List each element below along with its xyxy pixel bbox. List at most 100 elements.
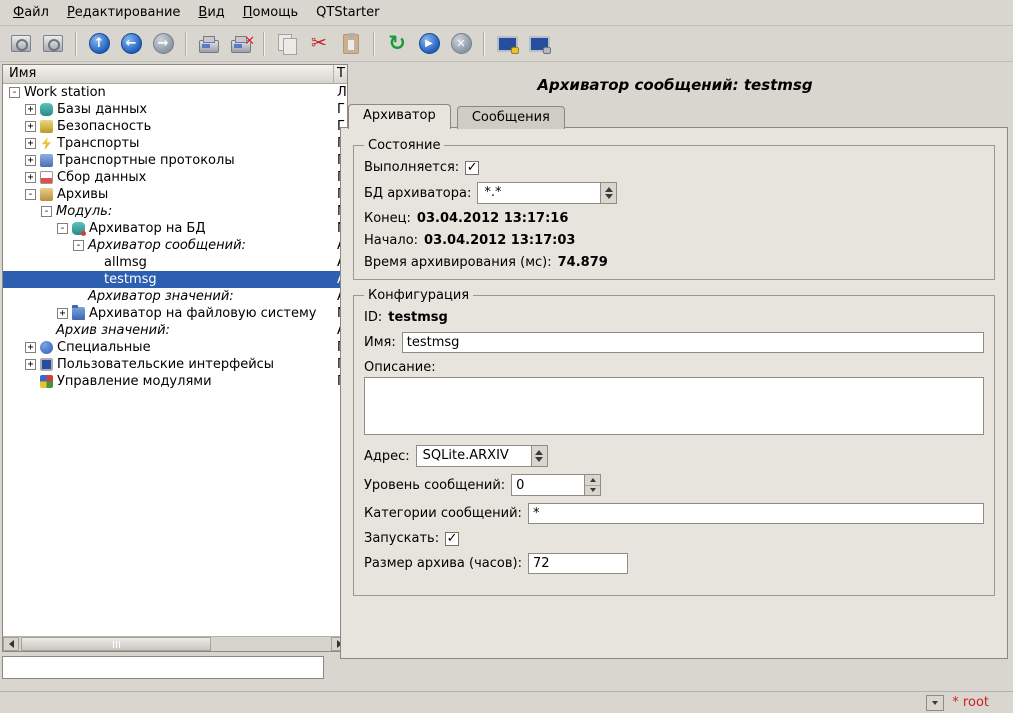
tree-item-module[interactable]: -Модуль:М [3,203,347,220]
tree-item-archives[interactable]: -АрхивыГ [3,186,347,203]
tab-content: Состояние Выполняется: ✓ БД архиватора: … [340,127,1008,659]
load-from-db-button[interactable] [6,29,36,59]
tree-item-fs-archiver[interactable]: +Архиватор на файловую системуМ [3,305,347,322]
begin-value: 03.04.2012 13:17:03 [424,233,575,248]
delete-item-button[interactable]: ✕ [226,29,256,59]
add-item-button[interactable] [194,29,224,59]
tree-item-daq[interactable]: +Сбор данныхГ [3,169,347,186]
tree-item-special[interactable]: +СпециальныеГ [3,339,347,356]
current-user: * root [952,695,989,710]
refresh-icon: ↻ [388,33,406,54]
expander-icon[interactable]: - [41,206,52,217]
tree-edit-line[interactable] [2,656,324,679]
cut-button[interactable]: ✂ [304,29,334,59]
toolbar-separator [185,32,187,56]
back-button[interactable]: ← [116,29,146,59]
tree-item-security[interactable]: +БезопасностьГ [3,118,347,135]
up-button[interactable]: ↑ [84,29,114,59]
refresh-button[interactable]: ↻ [382,29,412,59]
begin-label: Начало: [364,233,418,248]
menu-help[interactable]: Помощь [234,2,307,23]
tree-item-databases[interactable]: +Базы данныхГ [3,101,347,118]
qt-terminal-button[interactable] [524,29,554,59]
ui-icon [40,358,53,371]
scrollbar-track[interactable] [211,637,331,651]
running-checkbox[interactable]: ✓ [465,161,479,175]
expander-icon[interactable]: + [25,359,36,370]
toolbar-separator [483,32,485,56]
expander-icon[interactable]: + [25,155,36,166]
message-categories-label: Категории сообщений: [364,506,522,521]
main-panel: Архиватор сообщений: testmsg Архиватор С… [340,64,1010,692]
menu-qtstarter[interactable]: QTStarter [307,2,388,23]
paste-button[interactable] [336,29,366,59]
tree-item-protocols[interactable]: +Транспортные протоколыГ [3,152,347,169]
expander-icon[interactable]: + [25,342,36,353]
expander-icon[interactable]: - [73,240,84,251]
user-combo[interactable] [926,695,944,711]
address-combo[interactable]: SQLite.ARXIV [416,445,548,467]
expander-icon[interactable]: - [25,189,36,200]
start-checkbox[interactable]: ✓ [445,532,459,546]
scroll-left-icon [9,640,14,648]
combo-arrows-icon [531,446,547,466]
message-level-spinbox[interactable] [511,474,601,496]
protocol-icon [40,154,53,167]
message-categories-input[interactable] [528,503,984,524]
tree-column-divider[interactable] [333,65,334,83]
tree-item-transports[interactable]: +ТранспортыГ [3,135,347,152]
archiver-db-label: БД архиватора: [364,186,471,201]
transport-icon [40,137,53,150]
tab-messages[interactable]: Сообщения [457,106,565,129]
scroll-left-button[interactable] [3,637,19,651]
tree-item-value-archive[interactable]: Архив значений:А [3,322,347,339]
chevron-down-icon [932,701,938,705]
description-textarea[interactable] [364,377,984,435]
address-label: Адрес: [364,449,410,464]
name-input[interactable] [402,332,984,353]
forward-button[interactable]: → [148,29,178,59]
name-label: Имя: [364,335,396,350]
qt-config-button[interactable] [492,29,522,59]
archiver-db-combo[interactable]: *.* [477,182,617,204]
tree-item-db-archiver[interactable]: -Архиватор на БДМ [3,220,347,237]
daq-icon [40,171,53,184]
id-label: ID: [364,310,382,325]
tree-item-module-management[interactable]: Управление модулямиГ [3,373,347,390]
expander-icon[interactable]: - [57,223,68,234]
expander-icon[interactable]: + [25,121,36,132]
message-level-input[interactable] [512,475,584,495]
tree-header: Имя Т [3,65,347,84]
tree-item-work-station[interactable]: -Work stationЛ [3,84,347,101]
start-button[interactable]: ▶ [414,29,444,59]
tree-horizontal-scrollbar[interactable] [3,636,347,651]
copy-button[interactable] [272,29,302,59]
message-level-label: Уровень сообщений: [364,478,505,493]
tree-item-testmsg[interactable]: testmsgА [3,271,347,288]
tab-archiver[interactable]: Архиватор [348,104,451,129]
toolbar-separator [75,32,77,56]
tree-item-user-interfaces[interactable]: +Пользовательские интерфейсыГ [3,356,347,373]
expander-icon[interactable]: - [9,87,20,98]
menu-edit[interactable]: Редактирование [58,2,189,23]
spin-arrows-icon[interactable] [584,475,600,495]
tree-panel: Имя Т -Work stationЛ +Базы данныхГ +Безо… [2,64,348,652]
load-from-db-icon [11,35,31,52]
expander-icon[interactable]: + [25,138,36,149]
stop-icon: ✕ [451,33,472,54]
expander-icon[interactable]: + [57,308,68,319]
tree-item-value-archivers[interactable]: Архиватор значений:А [3,288,347,305]
tree-column-name: Имя [9,66,36,81]
description-label: Описание: [364,360,436,375]
expander-icon[interactable]: + [25,104,36,115]
stop-button[interactable]: ✕ [446,29,476,59]
save-to-db-button[interactable] [38,29,68,59]
menu-view[interactable]: Вид [189,2,233,23]
scrollbar-thumb[interactable] [21,637,211,651]
expander-icon[interactable]: + [25,172,36,183]
tree-item-message-archivers[interactable]: -Архиватор сообщений:А [3,237,347,254]
archive-size-input[interactable] [528,553,628,574]
menu-file[interactable]: Файл [4,2,58,23]
special-icon [40,341,53,354]
tree-item-allmsg[interactable]: allmsgА [3,254,347,271]
